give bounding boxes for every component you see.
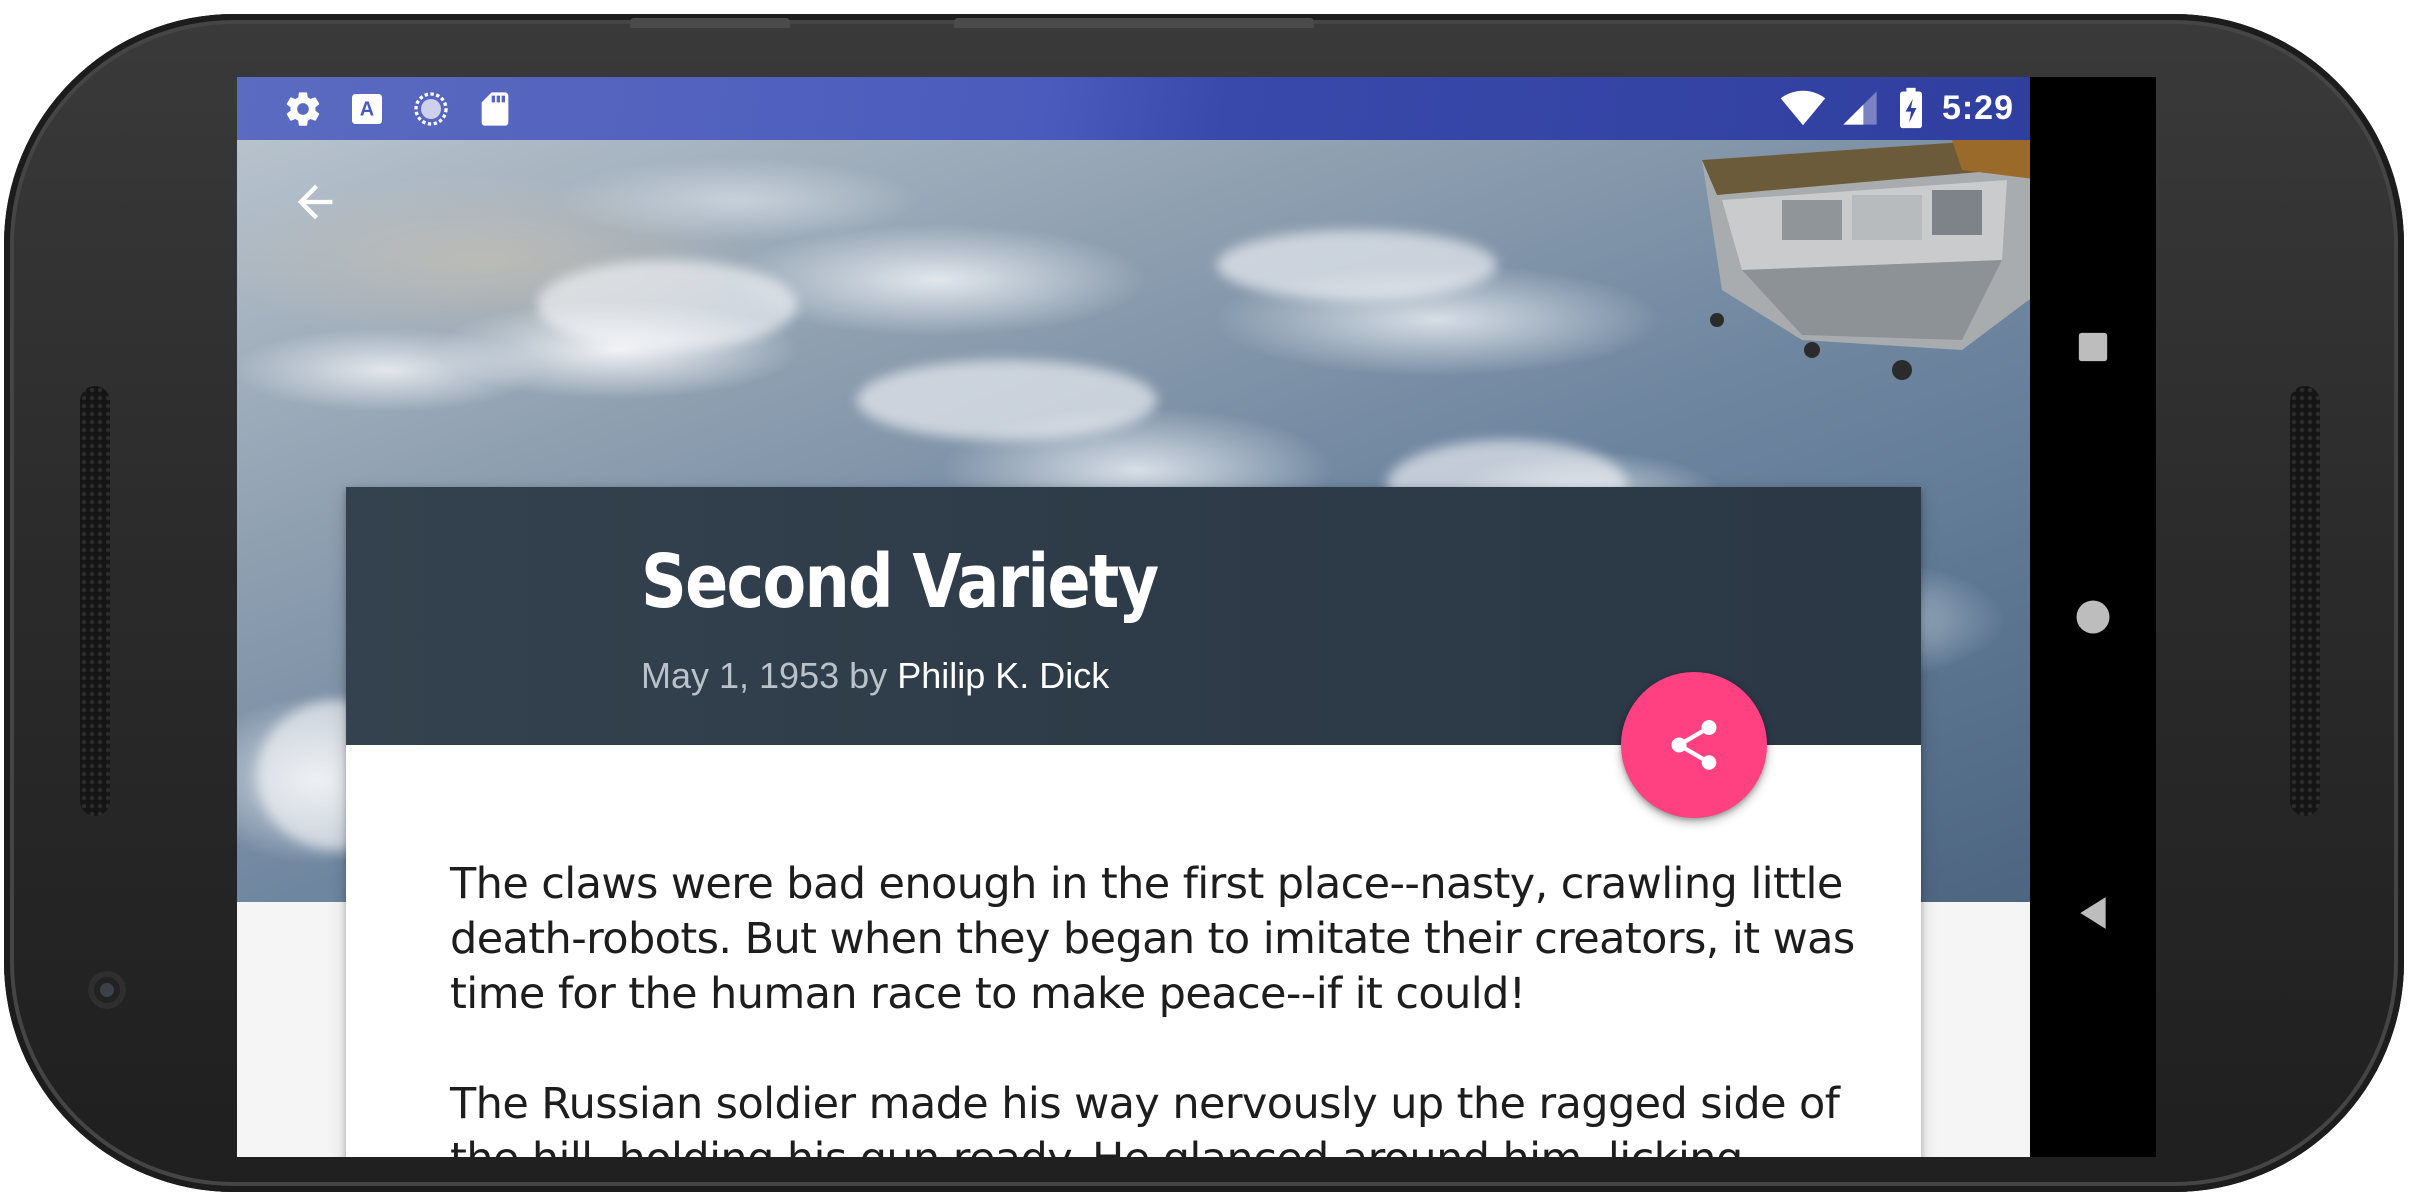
home-circle-icon [2076, 600, 2110, 634]
system-navigation-bar [2030, 77, 2156, 1157]
text-a-icon: A [347, 89, 387, 129]
article-author[interactable]: Philip K. Dick [897, 655, 1109, 696]
sync-circle-icon [411, 89, 451, 129]
article-body: The claws were bad enough in the first p… [450, 857, 1870, 1157]
nav-back-button[interactable] [2060, 880, 2126, 946]
status-notification-icons: A [283, 89, 515, 129]
settings-icon [283, 89, 323, 129]
article-byline: May 1, 1953 by Philip K. Dick [641, 655, 1109, 697]
sd-card-icon [475, 89, 515, 129]
app-content: A 5:29 Second Variety May 1, 1953 by Phi… [237, 77, 2030, 1157]
device-screen: A 5:29 Second Variety May 1, 1953 by Phi… [237, 77, 2156, 1157]
status-system-icons: 5:29 [1780, 85, 2014, 131]
wifi-icon [1780, 90, 1826, 126]
status-time: 5:29 [1941, 88, 2014, 127]
cell-signal-icon [1843, 91, 1877, 125]
back-triangle-icon [2080, 897, 2106, 929]
battery-charging-icon [1899, 87, 1922, 129]
space-station-image [1702, 140, 2030, 380]
article-title: Second Variety [641, 539, 1159, 625]
share-icon [1671, 720, 1717, 770]
article-card: Second Variety May 1, 1953 by Philip K. … [346, 487, 1921, 1157]
left-speaker-grille [80, 386, 110, 816]
phone-device-frame: A 5:29 Second Variety May 1, 1953 by Phi… [4, 14, 2404, 1192]
arrow-back-icon [297, 184, 333, 220]
share-fab-button[interactable] [1621, 672, 1767, 818]
byline-by: by [849, 655, 888, 696]
home-button[interactable] [2060, 584, 2126, 650]
back-button[interactable] [285, 172, 345, 232]
article-date: May 1, 1953 [641, 655, 840, 696]
front-camera [88, 971, 126, 1009]
recents-square-icon [2078, 332, 2108, 362]
article-paragraph: The claws were bad enough in the first p… [450, 859, 1855, 1019]
volume-button [630, 18, 790, 28]
status-bar: A 5:29 [237, 77, 2030, 140]
power-button [954, 18, 1314, 28]
svg-text:A: A [360, 99, 374, 121]
right-speaker-grille [2290, 386, 2320, 816]
recents-button[interactable] [2060, 314, 2126, 380]
article-paragraph: The Russian soldier made his way nervous… [450, 1079, 1840, 1157]
